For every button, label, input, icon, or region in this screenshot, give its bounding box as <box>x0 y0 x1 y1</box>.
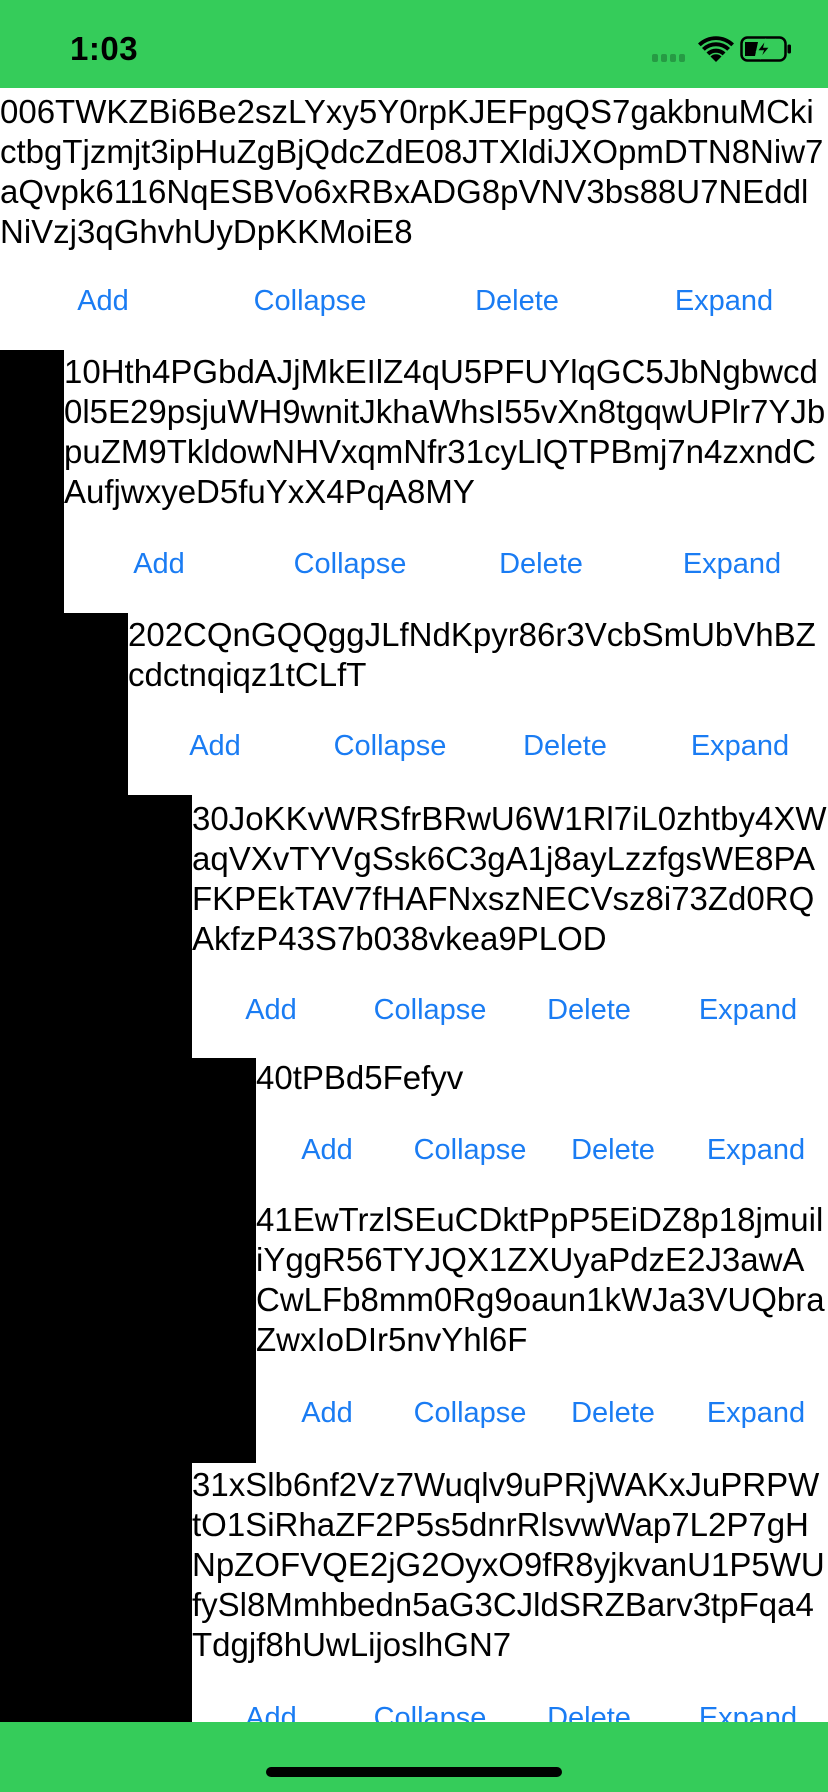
bottom-bar <box>0 1722 828 1792</box>
delete-button[interactable]: Delete <box>499 544 583 584</box>
node-text: 10Hth4PGbdAJjMkEIlZ4qU5PFUYlqGC5JbNgbwcd… <box>64 353 826 510</box>
add-button[interactable]: Add <box>301 1393 353 1433</box>
delete-button[interactable]: Delete <box>475 281 559 321</box>
collapse-button[interactable]: Collapse <box>254 281 367 321</box>
delete-button[interactable]: Delete <box>523 726 607 766</box>
tree-node-cell: 30JoKKvWRSfrBRwU6W1Rl7iL0zhtby4XWaqVXvTY… <box>192 795 828 1058</box>
expand-button[interactable]: Expand <box>707 1130 805 1170</box>
tree-node-cell: 10Hth4PGbdAJjMkEIlZ4qU5PFUYlqGC5JbNgbwcd… <box>64 350 828 613</box>
node-text: 006TWKZBi6Be2szLYxy5Y0rpKJEFpgQS7gakbnuM… <box>0 93 824 250</box>
tree-node-cell: 41EwTrzlSEuCDktPpP5EiDZ8p18jmuiliYggR56T… <box>256 1200 828 1463</box>
delete-button[interactable]: Delete <box>571 1393 655 1433</box>
collapse-button[interactable]: Collapse <box>374 1698 487 1722</box>
node-actions: Add Collapse Delete Expand <box>256 1393 828 1433</box>
add-button[interactable]: Add <box>133 544 185 584</box>
add-button[interactable]: Add <box>301 1130 353 1170</box>
collapse-button[interactable]: Collapse <box>334 726 447 766</box>
collapse-button[interactable]: Collapse <box>374 990 487 1030</box>
indent-bar <box>0 350 64 613</box>
wifi-icon <box>698 36 734 62</box>
node-text: 40tPBd5Fefyv <box>256 1059 464 1096</box>
battery-charging-icon <box>740 36 791 62</box>
expand-button[interactable]: Expand <box>683 544 781 584</box>
node-text: 31xSlb6nf2Vz7Wuqlv9uPRjWAKxJuPRPWtO1SiRh… <box>192 1466 825 1663</box>
status-bar: 1:03 <box>0 0 828 88</box>
tree-node-cell: 31xSlb6nf2Vz7Wuqlv9uPRjWAKxJuPRPWtO1SiRh… <box>192 1463 828 1722</box>
indent-bar <box>0 1058 256 1463</box>
indent-bar <box>0 613 128 795</box>
node-actions: Add Collapse Delete Expand <box>128 726 828 766</box>
expand-button[interactable]: Expand <box>699 990 797 1030</box>
delete-button[interactable]: Delete <box>547 1698 631 1722</box>
add-button[interactable]: Add <box>189 726 241 766</box>
add-button[interactable]: Add <box>245 1698 297 1722</box>
add-button[interactable]: Add <box>77 281 129 321</box>
tree-node-cell: 202CQnGQQggJLfNdKpyr86r3VcbSmUbVhBZcdctn… <box>128 613 828 795</box>
node-text: 41EwTrzlSEuCDktPpP5EiDZ8p18jmuiliYggR56T… <box>256 1201 825 1358</box>
collapse-button[interactable]: Collapse <box>294 544 407 584</box>
delete-button[interactable]: Delete <box>547 990 631 1030</box>
expand-button[interactable]: Expand <box>691 726 789 766</box>
expand-button[interactable]: Expand <box>707 1393 805 1433</box>
cellular-signal-icon <box>652 52 692 62</box>
tree-node-cell: 006TWKZBi6Be2szLYxy5Y0rpKJEFpgQS7gakbnuM… <box>0 88 828 350</box>
collapse-button[interactable]: Collapse <box>414 1393 527 1433</box>
expand-button[interactable]: Expand <box>675 281 773 321</box>
node-actions: Add Collapse Delete Expand <box>256 1130 828 1170</box>
expand-button[interactable]: Expand <box>699 1698 797 1722</box>
tree-list[interactable]: 006TWKZBi6Be2szLYxy5Y0rpKJEFpgQS7gakbnuM… <box>0 88 828 1722</box>
tree-node-cell: 40tPBd5Fefyv Add Collapse Delete Expand <box>256 1058 828 1200</box>
status-time: 1:03 <box>70 30 139 67</box>
delete-button[interactable]: Delete <box>571 1130 655 1170</box>
node-actions: Add Collapse Delete Expand <box>0 281 828 321</box>
home-indicator[interactable] <box>266 1767 562 1777</box>
node-actions: Add Collapse Delete Expand <box>64 544 828 584</box>
node-text: 202CQnGQQggJLfNdKpyr86r3VcbSmUbVhBZcdctn… <box>128 616 816 693</box>
add-button[interactable]: Add <box>245 990 297 1030</box>
node-text: 30JoKKvWRSfrBRwU6W1Rl7iL0zhtby4XWaqVXvTY… <box>192 800 827 957</box>
collapse-button[interactable]: Collapse <box>414 1130 527 1170</box>
node-actions: Add Collapse Delete Expand <box>192 1698 828 1722</box>
node-actions: Add Collapse Delete Expand <box>192 990 828 1030</box>
